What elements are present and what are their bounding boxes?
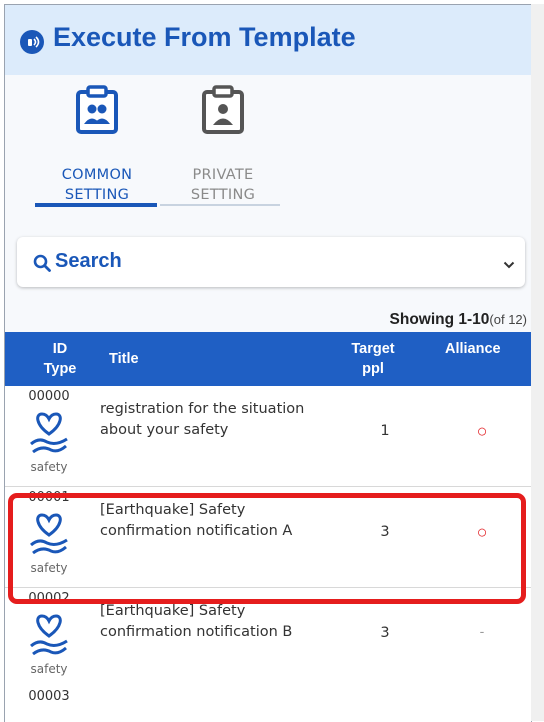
- clipboard-group-icon: [75, 85, 119, 140]
- table-row[interactable]: 00000 safety registration for the situat…: [5, 386, 531, 487]
- tab-common-setting[interactable]: COMMON SETTING: [37, 85, 157, 205]
- row-alliance: -: [479, 623, 485, 639]
- highlight-box: [8, 493, 526, 604]
- scrollbar[interactable]: [531, 4, 544, 721]
- template-panel: Execute From Template COMMON SETTING PRI: [4, 4, 532, 722]
- safety-hand-heart-icon: [29, 610, 69, 667]
- col-header-alliance: Alliance: [445, 341, 501, 357]
- tab-private-setting[interactable]: PRIVATE SETTING: [163, 85, 283, 205]
- row-id: 00000: [28, 389, 70, 404]
- table-header: ID Type Title Target ppl Alliance: [5, 332, 531, 386]
- page-title: Execute From Template: [53, 22, 356, 52]
- search-panel-toggle[interactable]: Search: [17, 237, 525, 287]
- row-type: safety: [30, 460, 68, 474]
- row-target: 3: [380, 625, 390, 641]
- showing-total: (of 12): [489, 312, 527, 327]
- row-title: [Earthquake] Safety confirmation notific…: [100, 603, 293, 640]
- search-icon: [33, 254, 51, 277]
- panel-header: Execute From Template: [5, 5, 531, 75]
- tab-divider: [160, 204, 280, 206]
- active-tab-indicator: [35, 203, 157, 207]
- col-header-id-type: ID Type: [43, 341, 77, 377]
- col-header-target: Target ppl: [351, 341, 395, 377]
- chevron-down-icon[interactable]: [503, 257, 515, 275]
- row-title: registration for the situation about you…: [100, 401, 305, 438]
- row-type: safety: [30, 662, 68, 676]
- tab-private-label: PRIVATE SETTING: [190, 167, 256, 203]
- safety-hand-heart-icon: [29, 408, 69, 465]
- table-row[interactable]: 00003: [5, 687, 531, 722]
- row-alliance: ○: [476, 421, 488, 441]
- tab-common-label: COMMON SETTING: [61, 167, 133, 203]
- pagination-status: Showing 1-10(of 12): [390, 311, 527, 329]
- row-id: 00003: [28, 689, 70, 704]
- search-label: Search: [55, 250, 122, 272]
- showing-range: Showing 1-10: [389, 311, 490, 328]
- row-target: 1: [380, 423, 390, 439]
- broadcast-icon: [19, 29, 45, 60]
- col-header-title: Title: [109, 351, 139, 367]
- clipboard-person-icon: [201, 85, 245, 140]
